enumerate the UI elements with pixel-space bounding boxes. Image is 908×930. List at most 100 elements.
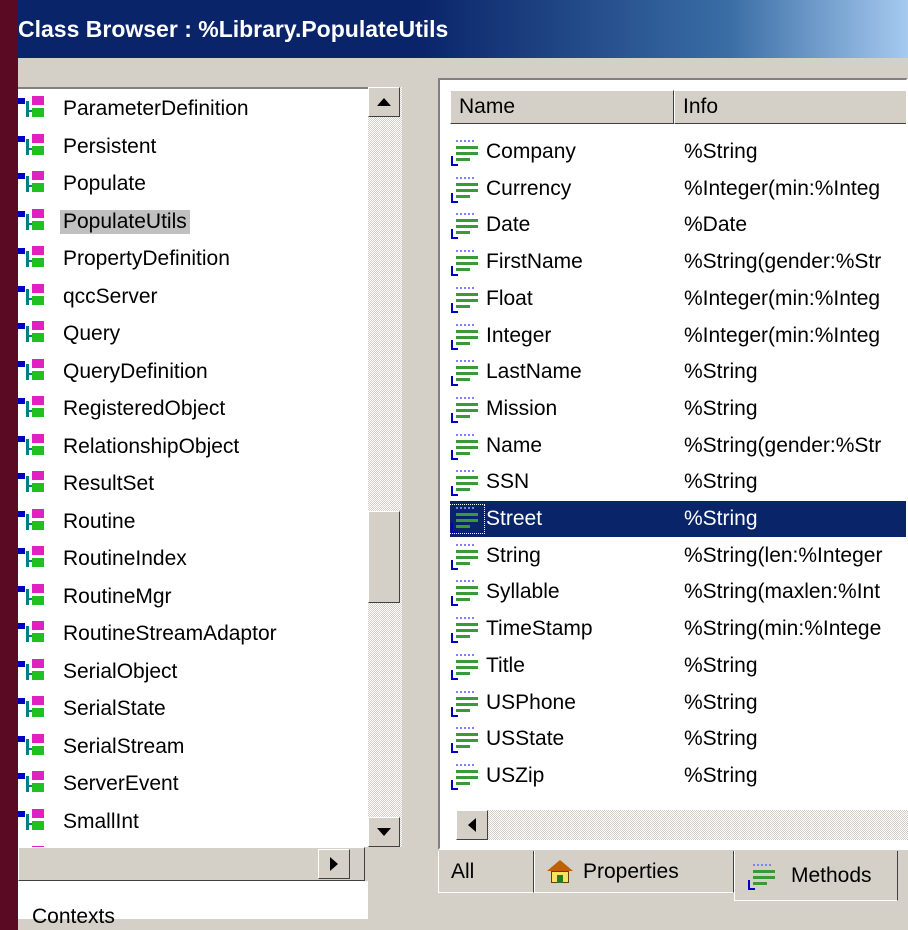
table-row[interactable]: Mission %String <box>450 391 906 427</box>
row-name: TimeStamp <box>486 617 593 641</box>
tree-item-label: Query <box>63 322 121 345</box>
table-row[interactable]: Title %String <box>450 648 906 684</box>
tree-item-label: ResultSet <box>63 472 155 495</box>
arrow-left-icon <box>468 818 476 832</box>
tree-item[interactable]: ResultSet <box>18 466 157 502</box>
class-icon <box>18 246 48 272</box>
column-header-info[interactable]: Info <box>674 90 906 124</box>
class-icon <box>18 358 48 385</box>
table-row[interactable]: String %String(len:%Integer <box>450 538 906 574</box>
table-row[interactable]: LastName %String <box>450 354 906 390</box>
tree-item-label: Populate <box>63 172 146 195</box>
table-row[interactable]: USState %String <box>450 721 906 757</box>
table-row[interactable]: Syllable %String(maxlen:%Int <box>450 574 906 610</box>
tree-item[interactable]: SerialState <box>18 691 169 727</box>
tree-item[interactable]: SerialObject <box>18 654 180 690</box>
table-row[interactable]: Company %String <box>450 134 906 170</box>
row-name: Integer <box>486 323 552 347</box>
row-info: %String(gender:%Str <box>684 250 882 274</box>
list-horizontal-scrollbar[interactable] <box>456 810 908 840</box>
tab-properties-label: Properties <box>583 859 679 883</box>
tab-properties[interactable]: Properties <box>534 851 734 893</box>
row-name: Mission <box>486 396 558 420</box>
class-tree-panel: ParameterDefinition Persistent Populate Pop… <box>18 78 408 919</box>
row-name: Syllable <box>486 580 560 604</box>
table-row[interactable]: Integer %Integer(min:%Integ <box>450 318 906 354</box>
class-browser-window: Class Browser : %Library.PopulateUtils P… <box>18 0 908 930</box>
class-icon <box>18 621 48 647</box>
tree-item[interactable]: PopulateUtils <box>18 204 190 240</box>
tree-item[interactable]: RelationshipObject <box>18 429 242 465</box>
row-info: %String(min:%Intege <box>684 617 882 641</box>
table-row[interactable]: Name %String(gender:%Str <box>450 428 906 464</box>
arrow-up-icon <box>377 98 391 106</box>
row-name-cell: Title <box>450 652 678 680</box>
row-name-cell: USPhone <box>450 689 678 717</box>
tree-item[interactable]: ParameterDefinition <box>18 91 252 127</box>
table-row[interactable]: FirstName %String(gender:%Str <box>450 244 906 280</box>
class-icon <box>18 96 48 122</box>
scroll-left-button[interactable] <box>456 810 488 840</box>
scroll-up-button[interactable] <box>368 87 400 117</box>
scroll-right-button[interactable] <box>318 849 350 879</box>
arrow-right-icon <box>330 857 338 871</box>
table-row[interactable]: Currency %Integer(min:%Integ <box>450 171 906 207</box>
tree-item[interactable]: qccServer <box>18 279 161 315</box>
table-row[interactable]: SSN %String <box>450 464 906 500</box>
row-name: Street <box>486 507 543 530</box>
tree-item[interactable]: RoutineStreamAdaptor <box>18 616 280 652</box>
tree-horizontal-scrollbar[interactable] <box>18 847 403 881</box>
method-icon <box>450 689 484 717</box>
horizontal-scroll-thumb[interactable] <box>18 847 365 881</box>
class-icon <box>18 733 48 760</box>
method-icon <box>450 358 484 387</box>
members-list-panel[interactable]: Name Info Company %String Currency %Integer… <box>438 78 908 850</box>
scroll-thumb[interactable] <box>368 511 400 603</box>
method-icon <box>450 542 484 570</box>
tree-item[interactable]: RegisteredObject <box>18 391 228 427</box>
row-name-cell: Name <box>450 432 678 460</box>
table-row[interactable]: USZip %String <box>450 758 906 794</box>
status-text: Contexts <box>32 905 115 928</box>
tree-item[interactable]: Populate <box>18 166 149 202</box>
row-name-cell: TimeStamp <box>450 615 678 644</box>
tree-item[interactable]: ServerEvent <box>18 766 182 802</box>
tree-vertical-scrollbar[interactable] <box>368 87 402 847</box>
table-row[interactable]: Float %Integer(min:%Integ <box>450 281 906 317</box>
tree-item-label: SerialState <box>63 697 166 720</box>
row-info: %String <box>684 360 758 384</box>
class-tree-list[interactable]: ParameterDefinition Persistent Populate Pop… <box>18 87 368 919</box>
table-row[interactable]: Street %String <box>449 501 906 537</box>
tree-item[interactable]: SmallInt <box>18 804 142 840</box>
tab-all[interactable]: All <box>438 851 534 893</box>
row-info: %String(maxlen:%Int <box>684 580 881 604</box>
tab-methods[interactable]: Methods <box>734 851 898 901</box>
tree-item[interactable]: Query <box>18 316 123 352</box>
tree-item[interactable]: RoutineIndex <box>18 541 190 577</box>
table-row[interactable]: Date %Date <box>450 207 906 243</box>
row-info: %String <box>684 507 758 530</box>
method-icon <box>747 862 781 890</box>
scroll-down-button[interactable] <box>368 817 400 847</box>
tree-item[interactable]: RoutineMgr <box>18 579 175 615</box>
tree-item-label: ParameterDefinition <box>63 97 249 120</box>
row-name: Title <box>486 653 525 677</box>
tree-item-label: PopulateUtils <box>60 209 190 234</box>
row-name-cell: Date <box>450 211 678 240</box>
tree-item-label: SerialObject <box>63 659 178 683</box>
tree-item[interactable]: SerialStream <box>18 729 187 765</box>
class-icon <box>18 133 48 160</box>
tree-item-label: Persistent <box>63 134 157 158</box>
tree-item[interactable]: PropertyDefinition <box>18 241 233 277</box>
column-header-name[interactable]: Name <box>450 90 674 124</box>
table-row[interactable]: USPhone %String <box>450 685 906 721</box>
tree-item-label: PropertyDefinition <box>63 247 230 270</box>
table-row[interactable]: TimeStamp %String(min:%Intege <box>450 611 906 647</box>
row-info: %Date <box>684 213 748 237</box>
tree-item[interactable]: QueryDefinition <box>18 354 211 390</box>
tree-item[interactable]: Persistent <box>18 129 159 165</box>
tree-item[interactable]: Routine <box>18 504 138 540</box>
title-bar[interactable]: Class Browser : %Library.PopulateUtils <box>18 0 908 58</box>
tree-item-label: QueryDefinition <box>63 359 208 383</box>
house-icon <box>547 859 573 884</box>
